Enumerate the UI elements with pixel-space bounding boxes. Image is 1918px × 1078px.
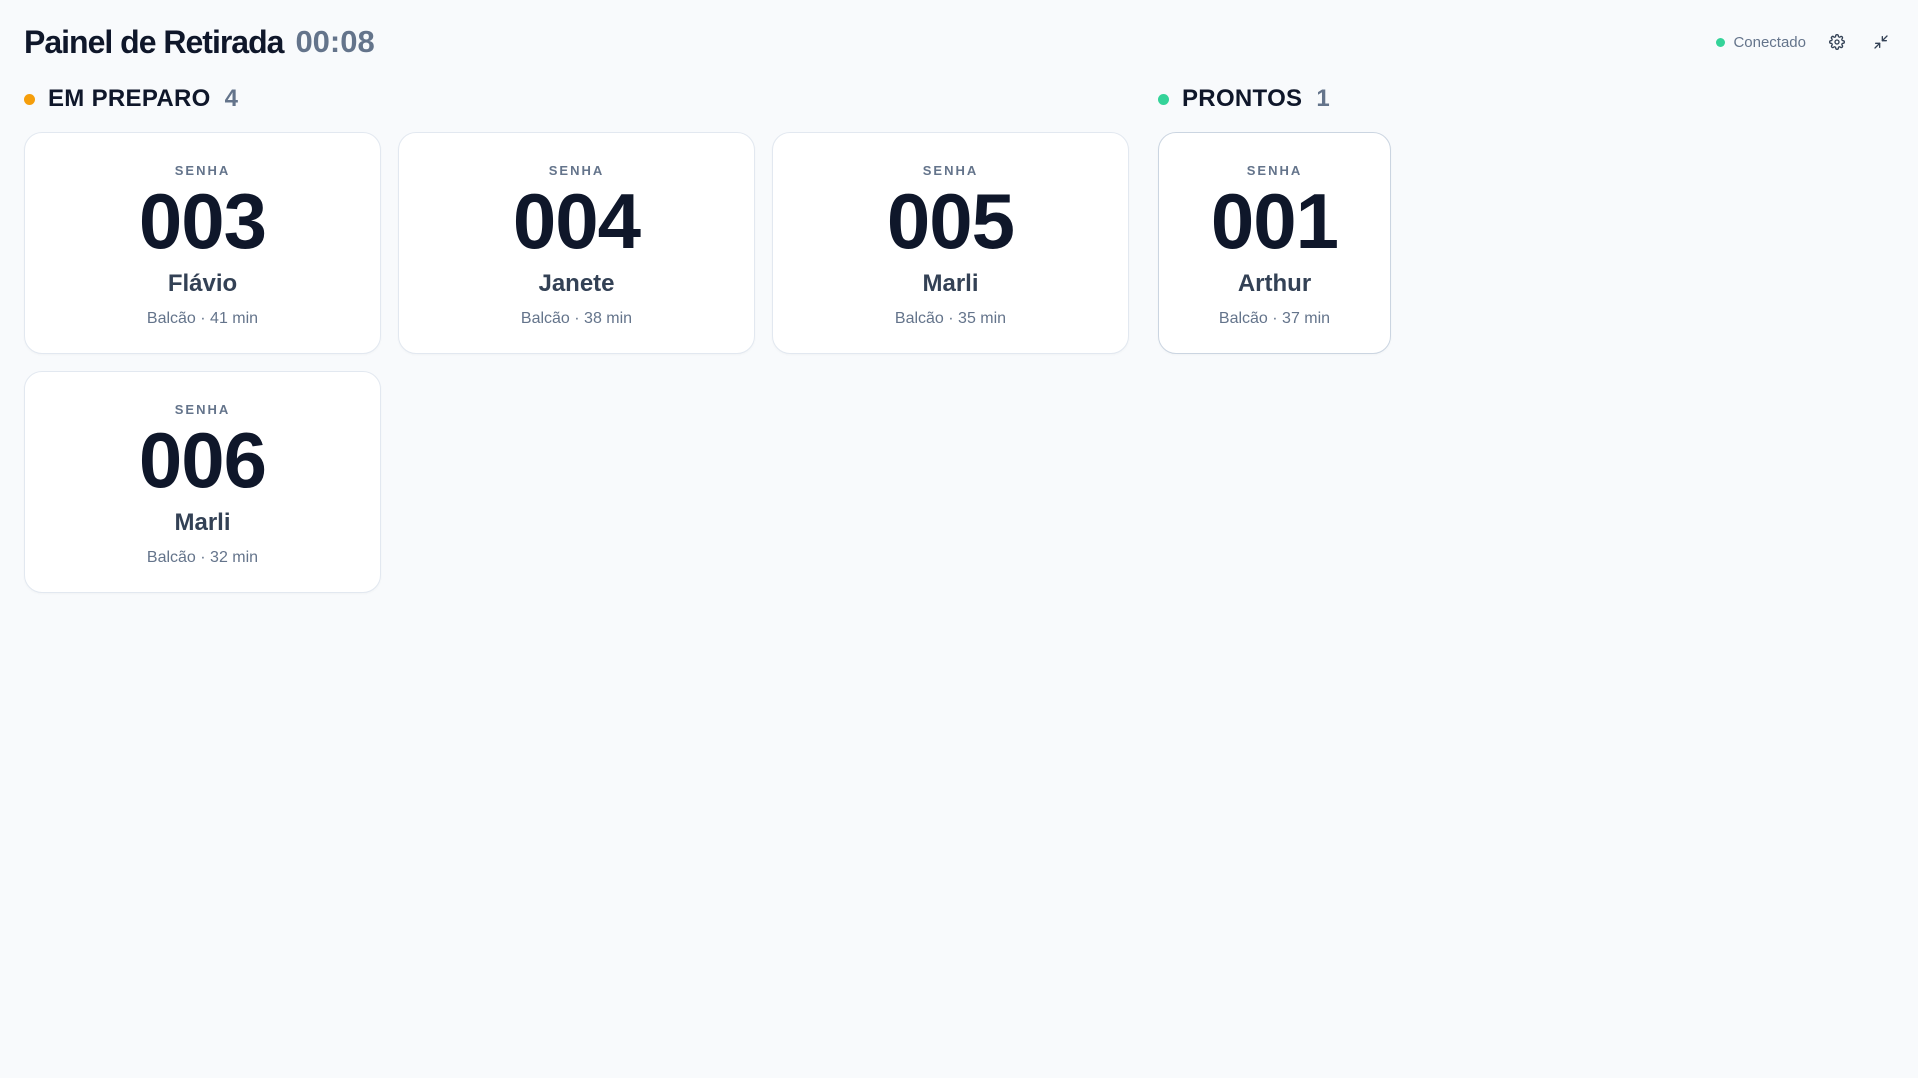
order-card: SENHA 004 Janete Balcão · 38 min [398, 132, 755, 354]
order-meta: Balcão · 37 min [1218, 310, 1331, 327]
order-label: SENHA [174, 163, 231, 178]
orders-grid-em-preparo: SENHA 003 Flávio Balcão · 41 min SENHA 004 Jan… [24, 132, 1130, 593]
customer-name: Arthur [1237, 270, 1312, 297]
exit-fullscreen-icon [1874, 35, 1888, 49]
connection-status-label: Conectado [1733, 33, 1806, 51]
order-card: SENHA 006 Marli Balcão · 32 min [24, 371, 381, 593]
order-number: 005 [886, 177, 1015, 265]
column-title: PRONTOS [1182, 85, 1303, 112]
settings-button[interactable] [1824, 29, 1850, 55]
elapsed-clock: 00:08 [295, 24, 375, 59]
order-meta: Balcão · 38 min [520, 310, 633, 327]
order-label: SENHA [174, 402, 231, 417]
status-dot-icon [24, 93, 35, 105]
customer-name: Marli [922, 270, 979, 297]
order-number: 003 [138, 177, 267, 265]
column-header-em-preparo: EM PREPARO 4 [24, 84, 1130, 114]
order-label: SENHA [922, 163, 979, 178]
column-title: EM PREPARO [48, 85, 211, 112]
customer-name: Janete [538, 270, 615, 297]
column-em-preparo: EM PREPARO 4 SENHA 003 Flávio Balcão · 41 m… [24, 84, 1130, 593]
order-card: SENHA 003 Flávio Balcão · 41 min [24, 132, 381, 354]
status-dot-icon [1158, 93, 1169, 105]
exit-fullscreen-button[interactable] [1868, 29, 1894, 55]
customer-name: Flávio [167, 270, 238, 297]
gear-icon [1829, 34, 1845, 50]
order-number: 006 [138, 416, 267, 504]
order-label: SENHA [1246, 163, 1303, 178]
orders-grid-prontos: SENHA 001 Arthur Balcão · 37 min [1158, 132, 1894, 354]
order-label: SENHA [548, 163, 605, 178]
order-number: 004 [512, 177, 641, 265]
order-card: SENHA 005 Marli Balcão · 35 min [772, 132, 1129, 354]
column-prontos: PRONTOS 1 SENHA 001 Arthur Balcão · 37 min [1158, 84, 1894, 354]
page-title: Painel de Retirada [24, 23, 284, 60]
column-count: 4 [224, 85, 238, 112]
order-meta: Balcão · 35 min [894, 310, 1007, 327]
order-card: SENHA 001 Arthur Balcão · 37 min [1158, 132, 1391, 354]
customer-name: Marli [174, 509, 231, 536]
column-count: 1 [1316, 85, 1330, 112]
column-header-prontos: PRONTOS 1 [1158, 84, 1894, 114]
connection-status: Conectado [1716, 34, 1806, 51]
order-meta: Balcão · 32 min [146, 549, 259, 566]
top-bar: Painel de Retirada 00:08 Conectado [24, 18, 1894, 66]
status-dot-icon [1716, 37, 1726, 47]
pickup-panel: Painel de Retirada 00:08 Conectado EM PR… [0, 0, 1918, 1078]
header-actions: Conectado [1716, 29, 1894, 55]
order-meta: Balcão · 41 min [146, 310, 259, 327]
order-number: 001 [1210, 177, 1339, 265]
